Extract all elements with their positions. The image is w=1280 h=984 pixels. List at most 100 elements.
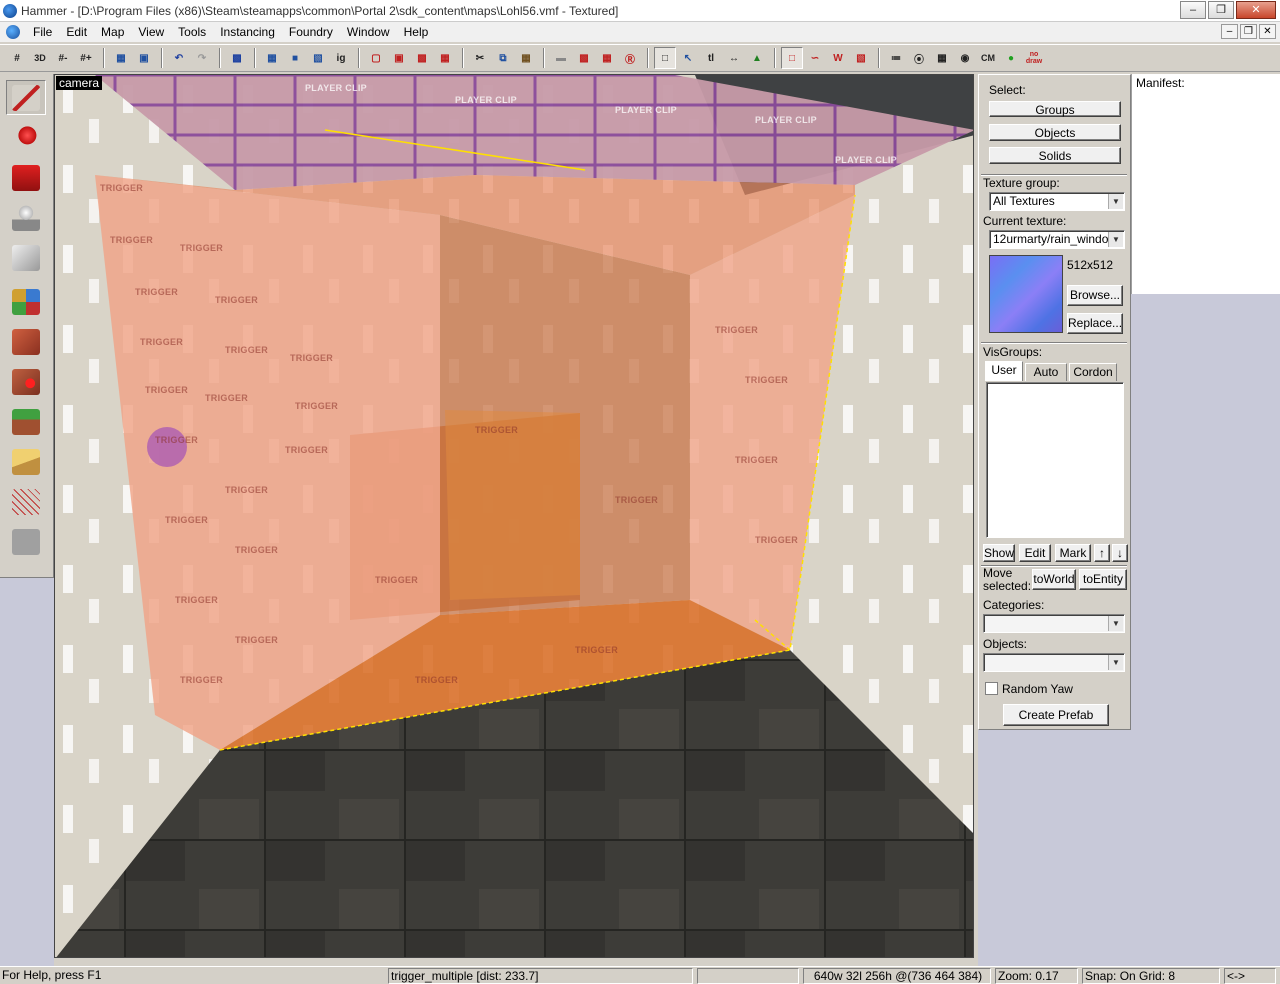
reset-icon[interactable]: Ⓡ [619, 47, 641, 69]
status-blank [697, 968, 799, 984]
hide-selected-icon[interactable]: ▦ [261, 47, 283, 69]
draw-entity-names-icon[interactable]: ∽ [804, 47, 826, 69]
mdi-close-button[interactable]: ✕ [1259, 24, 1276, 39]
carve-icon[interactable]: ▦ [110, 47, 132, 69]
menu-tools[interactable]: Tools [171, 22, 213, 42]
texture-lock-toggle-icon[interactable]: tl [700, 47, 722, 69]
target-icon[interactable]: ◉ [954, 47, 976, 69]
draw-lighting-icon[interactable]: W [827, 47, 849, 69]
unhide-icon[interactable]: ▧ [307, 47, 329, 69]
visgroup-list[interactable] [986, 382, 1124, 538]
entity-tool[interactable] [6, 200, 46, 235]
mark-button[interactable]: Mark [1055, 544, 1091, 562]
redo-icon[interactable]: ↷ [191, 47, 213, 69]
nodraw-toggle-icon[interactable]: no draw [1023, 47, 1045, 69]
grid-larger-icon[interactable]: #+ [75, 47, 97, 69]
create-prefab-button[interactable]: Create Prefab [1003, 704, 1109, 726]
to-world-button[interactable]: toWorld [1032, 569, 1076, 590]
random-yaw-checkbox[interactable] [985, 682, 998, 695]
menu-help[interactable]: Help [397, 22, 436, 42]
path-tool[interactable] [6, 524, 46, 559]
to-world-icon[interactable]: ▣ [388, 47, 410, 69]
grid-smaller-icon[interactable]: #- [52, 47, 74, 69]
entity-sphere[interactable] [147, 427, 187, 467]
magnify-tool[interactable] [6, 120, 46, 155]
menu-file[interactable]: File [26, 22, 59, 42]
menu-map[interactable]: Map [94, 22, 131, 42]
select-box-icon[interactable]: □ [654, 47, 676, 69]
maximize-button[interactable]: ❐ [1208, 1, 1234, 19]
texture-tool[interactable] [6, 284, 46, 319]
apply-texture-icon [12, 328, 40, 355]
menu-window[interactable]: Window [340, 22, 397, 42]
cordon-icon[interactable]: ≔ [885, 47, 907, 69]
document-icon[interactable] [6, 25, 20, 39]
texture-app-alt-icon[interactable]: ▲ [746, 47, 768, 69]
move-up-button[interactable]: ↑ [1094, 544, 1110, 562]
apply-texture-tool[interactable] [6, 324, 46, 359]
3d-grid-icon[interactable]: 3D [29, 47, 51, 69]
move-down-button[interactable]: ↓ [1112, 544, 1128, 562]
camera-view-label[interactable]: camera [56, 76, 103, 90]
trigger-texture-label: TRIGGER [165, 515, 209, 525]
camera-viewport[interactable]: TRIGGER TRIGGER TRIGGER TRIGGER TRIGGER … [54, 74, 974, 958]
selection-tool[interactable] [6, 80, 46, 115]
texture-preview[interactable] [989, 255, 1063, 333]
menu-edit[interactable]: Edit [59, 22, 94, 42]
clipping-tool[interactable] [6, 444, 46, 479]
texture-lock-icon[interactable]: ▩ [411, 47, 433, 69]
menu-view[interactable]: View [131, 22, 171, 42]
texture-scale-lock-icon[interactable]: ▦ [434, 47, 456, 69]
edit-button[interactable]: Edit [1019, 544, 1051, 562]
solids-button[interactable]: Solids [989, 147, 1121, 164]
undo-icon[interactable]: ↶ [168, 47, 190, 69]
leaf-icon[interactable]: ● [1000, 47, 1022, 69]
group-icon[interactable]: ▩ [226, 47, 248, 69]
overlay-icon[interactable]: ▦ [596, 47, 618, 69]
replace-button[interactable]: Replace... [1067, 313, 1123, 334]
draw-connections-icon[interactable]: ▧ [850, 47, 872, 69]
to-entity-button[interactable]: toEntity [1079, 569, 1127, 590]
wireframe-icon[interactable]: ▦ [931, 47, 953, 69]
trigger-texture-label: TRIGGER [575, 645, 619, 655]
camera-tool[interactable] [6, 160, 46, 195]
tab-user[interactable]: User [985, 361, 1023, 381]
hide-unselected-icon[interactable]: ■ [284, 47, 306, 69]
visgroup-icon[interactable]: ⦿ [908, 47, 930, 69]
mdi-minimize-button[interactable]: – [1221, 24, 1238, 39]
decal-icon[interactable]: ▩ [573, 47, 595, 69]
tab-auto[interactable]: Auto [1025, 363, 1067, 381]
minimize-button[interactable]: – [1180, 1, 1206, 19]
current-texture-dropdown[interactable]: 12urmarty/rain_window ▼ [989, 230, 1125, 249]
overlay-tool[interactable] [6, 404, 46, 439]
close-button[interactable]: ✕ [1236, 1, 1276, 19]
mdi-restore-button[interactable]: ❐ [1240, 24, 1257, 39]
objects-dropdown[interactable]: ▼ [983, 653, 1125, 672]
draw-helpers-icon[interactable]: □ [781, 47, 803, 69]
vertex-tool[interactable] [6, 484, 46, 519]
objects-label: Objects: [983, 637, 1028, 651]
groups-button[interactable]: Groups [989, 101, 1121, 117]
cut-icon[interactable]: ✂ [469, 47, 491, 69]
menu-instancing[interactable]: Instancing [213, 22, 282, 42]
decal-tool[interactable] [6, 364, 46, 399]
objects-button[interactable]: Objects [989, 124, 1121, 141]
block-tool[interactable] [6, 240, 46, 275]
categories-dropdown[interactable]: ▼ [983, 614, 1125, 633]
grid-toggle-icon[interactable]: # [6, 47, 28, 69]
ignore-groups-icon[interactable]: ig [330, 47, 352, 69]
paste-icon[interactable]: ▦ [515, 47, 537, 69]
texture-group-dropdown[interactable]: All Textures ▼ [989, 192, 1125, 211]
copy-icon[interactable]: ⧉ [492, 47, 514, 69]
menu-foundry[interactable]: Foundry [282, 22, 340, 42]
hollow-icon[interactable]: ▣ [133, 47, 155, 69]
tab-cordon[interactable]: Cordon [1069, 363, 1117, 381]
texture-app-icon[interactable]: ▬ [550, 47, 572, 69]
browse-button[interactable]: Browse... [1067, 285, 1123, 306]
cubemap-icon[interactable]: CM [977, 47, 999, 69]
to-entity-icon[interactable]: ▢ [365, 47, 387, 69]
flip-icon[interactable]: ↔ [723, 47, 745, 69]
cursor-select-icon[interactable]: ↖ [677, 47, 699, 69]
show-button[interactable]: Show [983, 544, 1015, 562]
trigger-texture-label: TRIGGER [175, 595, 219, 605]
